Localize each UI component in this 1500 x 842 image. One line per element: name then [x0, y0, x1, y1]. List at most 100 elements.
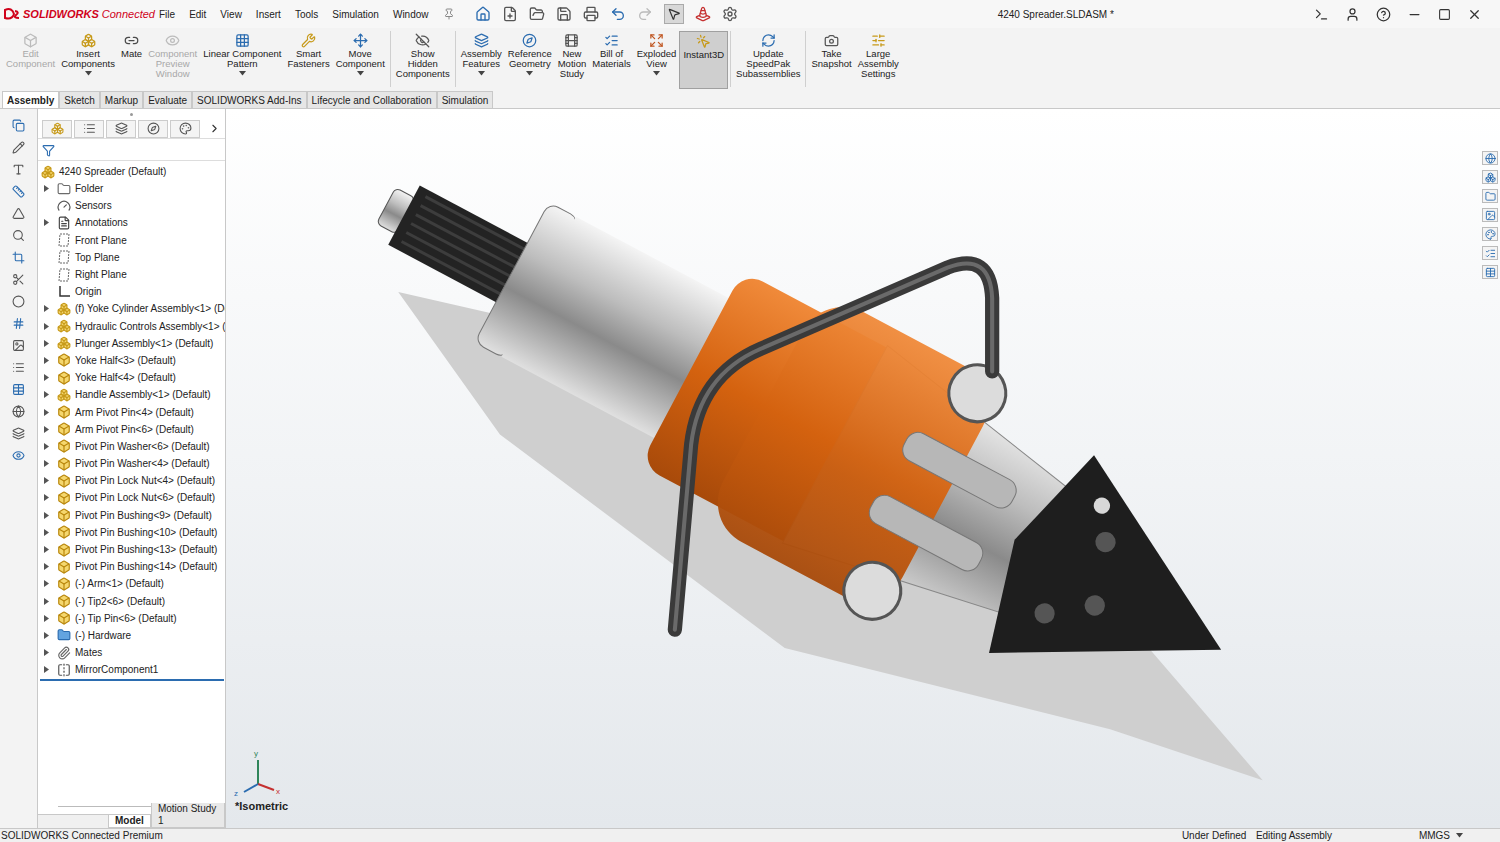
tree-item[interactable]: Pivot Pin Bushing<9> (Default)	[38, 507, 225, 524]
task-pane-tab[interactable]	[1482, 265, 1498, 279]
expand-arrow-icon[interactable]	[44, 580, 49, 587]
tree-item[interactable]: Yoke Half<3> (Default)	[38, 352, 225, 369]
home-icon[interactable]	[475, 6, 491, 22]
tool-icon[interactable]	[12, 361, 25, 374]
tree-item[interactable]: (-) Tip2<6> (Default)	[38, 593, 225, 610]
tree-item[interactable]: Pivot Pin Bushing<13> (Default)	[38, 541, 225, 558]
undo-icon[interactable]	[610, 6, 626, 22]
redo-icon[interactable]	[637, 6, 653, 22]
tool-icon[interactable]	[12, 339, 25, 352]
panel-tab[interactable]	[170, 120, 200, 138]
spreader-model[interactable]	[226, 109, 1500, 828]
user-icon[interactable]	[1345, 7, 1360, 22]
tool-icon[interactable]	[12, 251, 25, 264]
expand-arrow-icon[interactable]	[44, 305, 49, 312]
command-tab[interactable]: Markup	[100, 91, 143, 108]
bottom-tab[interactable]: Model	[108, 815, 151, 828]
expand-arrow-icon[interactable]	[44, 563, 49, 570]
ribbon-button[interactable]: ReferenceGeometry	[505, 31, 555, 89]
tree-item[interactable]: Right Plane	[38, 266, 225, 283]
tree-item[interactable]: (-) Hardware	[38, 627, 225, 644]
tree-item[interactable]: Folder	[38, 180, 225, 197]
ribbon-button[interactable]: UpdateSpeedPakSubassemblies	[733, 31, 803, 89]
menu-item[interactable]: Simulation	[332, 7, 379, 22]
filter-row[interactable]	[38, 141, 225, 161]
menu-item[interactable]: Insert	[256, 7, 281, 22]
print-icon[interactable]	[583, 6, 599, 22]
expand-arrow-icon[interactable]	[44, 598, 49, 605]
graphics-area[interactable]: yxz*Isometric	[226, 109, 1500, 828]
ribbon-dropdown-icon[interactable]	[357, 71, 364, 76]
tree-item[interactable]: Annotations	[38, 214, 225, 231]
filter-icon[interactable]	[42, 144, 55, 157]
ribbon-dropdown-icon[interactable]	[478, 71, 485, 76]
tree-item[interactable]: Arm Pivot Pin<4> (Default)	[38, 403, 225, 420]
tool-icon[interactable]	[12, 317, 25, 330]
tree-item[interactable]: (f) Yoke Cylinder Assembly<1> (Def	[38, 300, 225, 317]
tool-icon[interactable]	[12, 449, 25, 462]
bottom-tab[interactable]: Motion Study 1	[151, 803, 225, 828]
tree-item[interactable]: Pivot Pin Washer<6> (Default)	[38, 438, 225, 455]
task-pane-tab[interactable]	[1482, 151, 1498, 165]
new-icon[interactable]	[502, 6, 518, 22]
expand-arrow-icon[interactable]	[44, 374, 49, 381]
ribbon-button[interactable]: ShowHiddenComponents	[393, 31, 453, 89]
expand-arrow-icon[interactable]	[44, 460, 49, 467]
panel-tab[interactable]	[138, 120, 168, 138]
ribbon-button[interactable]: SmartFasteners	[284, 31, 332, 89]
expand-arrow-icon[interactable]	[44, 323, 49, 330]
tool-icon[interactable]	[12, 427, 25, 440]
expand-arrow-icon[interactable]	[44, 649, 49, 656]
rebuild-icon[interactable]	[695, 6, 711, 22]
tree-item[interactable]: Hydraulic Controls Assembly<1> (C	[38, 318, 225, 335]
menu-item[interactable]: Tools	[295, 7, 318, 22]
ribbon-button[interactable]: InsertComponents	[58, 31, 118, 89]
ribbon-button[interactable]: NewMotionStudy	[555, 31, 590, 89]
close-icon[interactable]	[1467, 7, 1482, 22]
expand-arrow-icon[interactable]	[44, 666, 49, 673]
maximize-icon[interactable]	[1438, 8, 1451, 21]
ribbon-button[interactable]: ComponentPreviewWindow	[145, 31, 200, 89]
task-pane-tab[interactable]	[1482, 189, 1498, 203]
ribbon-button[interactable]: LargeAssemblySettings	[855, 31, 902, 89]
pin-icon[interactable]	[443, 8, 455, 20]
tree-item[interactable]: (-) Arm<1> (Default)	[38, 575, 225, 592]
logo[interactable]: SOLIDWORKSConnected	[4, 6, 159, 23]
select-icon[interactable]	[667, 7, 681, 21]
ribbon-button[interactable]: EditComponent	[3, 31, 58, 89]
expand-arrow-icon[interactable]	[44, 494, 49, 501]
expand-arrow-icon[interactable]	[44, 615, 49, 622]
expand-arrow-icon[interactable]	[44, 340, 49, 347]
ribbon-button[interactable]: Instant3D	[679, 31, 728, 89]
ribbon-button[interactable]: Linear ComponentPattern	[200, 31, 284, 89]
expand-arrow-icon[interactable]	[44, 529, 49, 536]
tree-item[interactable]: Handle Assembly<1> (Default)	[38, 386, 225, 403]
expand-arrow-icon[interactable]	[44, 443, 49, 450]
tree-item[interactable]: Mates	[38, 644, 225, 661]
tree-item[interactable]: (-) Tip Pin<6> (Default)	[38, 610, 225, 627]
expand-arrow-icon[interactable]	[44, 409, 49, 416]
panel-tab[interactable]	[42, 120, 72, 138]
command-tab[interactable]: Assembly	[2, 91, 59, 108]
panel-tab[interactable]	[106, 120, 136, 138]
ribbon-dropdown-icon[interactable]	[653, 71, 660, 76]
tool-icon[interactable]	[12, 229, 25, 242]
expand-arrow-icon[interactable]	[44, 391, 49, 398]
task-pane-tab[interactable]	[1482, 170, 1498, 184]
tree-item[interactable]: Top Plane	[38, 249, 225, 266]
command-tab[interactable]: Evaluate	[143, 91, 192, 108]
tool-icon[interactable]	[12, 383, 25, 396]
expand-arrow-icon[interactable]	[44, 477, 49, 484]
ribbon-button[interactable]: Bill ofMaterials	[589, 31, 634, 89]
ribbon-button[interactable]: MoveComponent	[333, 31, 388, 89]
ribbon-button[interactable]: AssemblyFeatures	[458, 31, 505, 89]
minimize-icon[interactable]	[1407, 7, 1422, 22]
expand-arrow-icon[interactable]	[44, 546, 49, 553]
command-tab[interactable]: Sketch	[59, 91, 100, 108]
more-tabs-icon[interactable]	[208, 122, 221, 135]
ribbon-dropdown-icon[interactable]	[85, 71, 92, 76]
tree-item[interactable]: Pivot Pin Lock Nut<6> (Default)	[38, 489, 225, 506]
tool-icon[interactable]	[12, 273, 25, 286]
open-icon[interactable]	[529, 6, 545, 22]
panel-tab[interactable]	[74, 120, 104, 138]
